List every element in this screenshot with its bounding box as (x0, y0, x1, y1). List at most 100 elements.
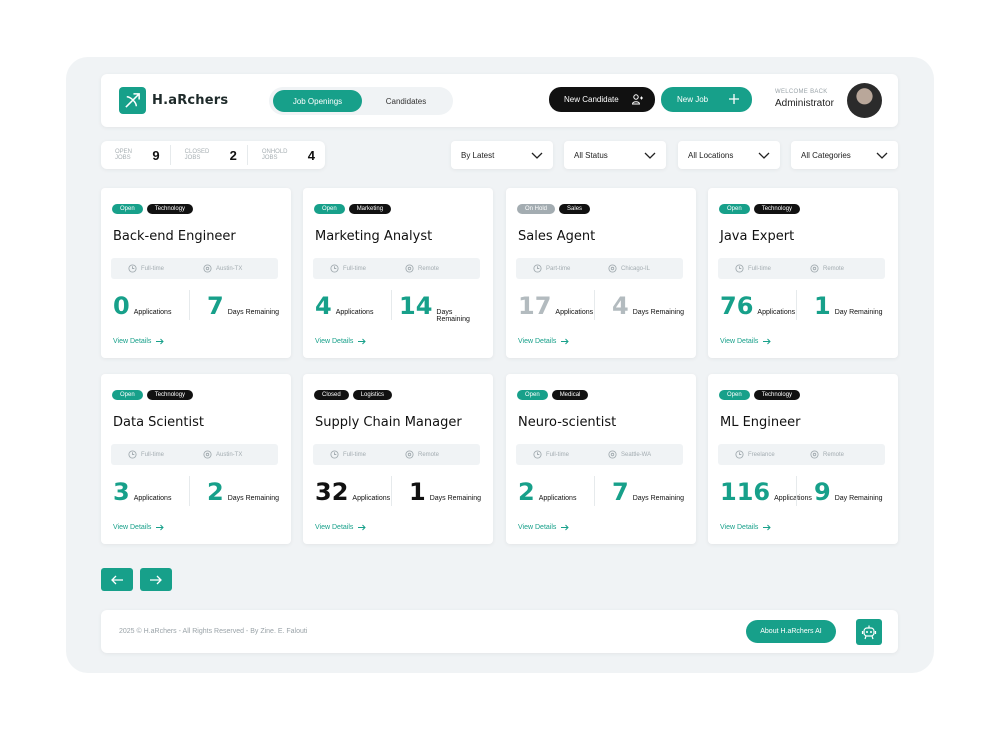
days-remaining-count: 14 (399, 292, 433, 320)
job-location: Austin-TX (216, 265, 243, 272)
category-select[interactable]: All Categories (791, 141, 898, 169)
job-type: Full-time (141, 451, 165, 458)
robot-icon (861, 625, 877, 640)
days-remaining-label: Days Remaining (429, 495, 482, 502)
next-page-button[interactable] (140, 568, 172, 591)
job-type: Full-time (343, 451, 367, 458)
applications-label: Applications (774, 495, 812, 502)
days-remaining-count: 2 (207, 478, 224, 506)
applications-count: 17 (518, 292, 552, 320)
view-details-link[interactable]: View Details (113, 524, 165, 531)
job-title: Marketing Analyst (315, 229, 433, 244)
top-header: H.aRchers Job Openings Candidates New Ca… (101, 74, 898, 127)
job-card: Open Technology Data Scientist Full-time … (101, 374, 291, 544)
archer-logo-icon (119, 87, 146, 114)
job-type: Full-time (141, 265, 165, 272)
applications-count: 116 (720, 478, 771, 506)
category-badge: Technology (753, 204, 801, 214)
job-type: Freelance (748, 451, 775, 458)
location-pin-icon (405, 450, 414, 459)
about-ai-button[interactable]: About H.aRchers AI (746, 620, 836, 643)
status-badge: Open (112, 204, 143, 214)
clock-icon (533, 450, 542, 459)
job-title: Neuro-scientist (518, 415, 617, 430)
applications-count: 3 (113, 478, 130, 506)
job-location: Austin-TX (216, 451, 243, 458)
arrow-right-icon (763, 338, 772, 345)
view-details-link[interactable]: View Details (315, 524, 367, 531)
job-meta: Freelance Remote (718, 444, 885, 465)
brand-logo[interactable]: H.aRchers (119, 87, 228, 114)
job-meta: Full-time Remote (313, 258, 480, 279)
applications-label: Applications (538, 495, 577, 502)
stat-value: 2 (229, 147, 237, 163)
applications-label: Applications (757, 309, 796, 316)
applications-count: 2 (518, 478, 535, 506)
location-pin-icon (608, 450, 617, 459)
view-details-link[interactable]: View Details (720, 524, 772, 531)
view-details-label: View Details (518, 338, 557, 345)
divider (796, 290, 797, 320)
tab-job-openings[interactable]: Job Openings (273, 90, 362, 112)
add-user-icon (631, 94, 643, 105)
job-meta: Full-time Austin-TX (111, 258, 278, 279)
ai-assistant-button[interactable] (856, 619, 882, 645)
job-location: Remote (418, 265, 440, 272)
view-details-label: View Details (315, 338, 354, 345)
applications-label: Applications (133, 495, 172, 502)
job-title: Back-end Engineer (113, 229, 236, 244)
location-pin-icon (203, 264, 212, 273)
category-badge: Medical (551, 390, 589, 400)
arrow-right-icon (150, 575, 162, 584)
job-location: Remote (823, 451, 845, 458)
status-badge: Open (517, 390, 548, 400)
category-select-value: All Categories (801, 150, 851, 160)
applications-count: 32 (315, 478, 349, 506)
applications-label: Applications (335, 309, 374, 316)
new-candidate-button[interactable]: New Candidate (549, 87, 655, 112)
arrow-right-icon (358, 524, 367, 531)
view-details-link[interactable]: View Details (113, 338, 165, 345)
clock-icon (533, 264, 542, 273)
view-details-link[interactable]: View Details (315, 338, 367, 345)
job-type: Part-time (546, 265, 571, 272)
location-pin-icon (608, 264, 617, 273)
days-remaining-label: Day Remaining (834, 309, 883, 316)
divider (189, 290, 190, 320)
view-details-label: View Details (113, 524, 152, 531)
avatar[interactable] (847, 83, 882, 118)
stat-onhold-jobs: ONHOLD JOBS 4 (248, 145, 325, 165)
view-details-label: View Details (720, 524, 759, 531)
chevron-down-icon (531, 152, 543, 159)
arrow-right-icon (358, 338, 367, 345)
job-card: Open Technology ML Engineer Freelance Rem… (708, 374, 898, 544)
clock-icon (330, 450, 339, 459)
status-badge: Open (314, 204, 345, 214)
view-details-label: View Details (518, 524, 557, 531)
divider (594, 290, 595, 320)
new-job-button[interactable]: New Job (661, 87, 752, 112)
chevron-down-icon (758, 152, 770, 159)
days-remaining-count: 1 (409, 478, 426, 506)
sort-select[interactable]: By Latest (451, 141, 553, 169)
previous-page-button[interactable] (101, 568, 133, 591)
status-badge: Open (719, 204, 750, 214)
view-details-link[interactable]: View Details (518, 524, 570, 531)
job-card: Closed Logistics Supply Chain Manager Ful… (303, 374, 493, 544)
status-select-value: All Status (574, 150, 608, 160)
job-title: Data Scientist (113, 415, 204, 430)
status-select[interactable]: All Status (564, 141, 666, 169)
view-details-link[interactable]: View Details (518, 338, 570, 345)
clock-icon (128, 450, 137, 459)
chevron-down-icon (876, 152, 888, 159)
view-tabs: Job Openings Candidates (269, 87, 453, 115)
location-select[interactable]: All Locations (678, 141, 780, 169)
location-select-value: All Locations (688, 150, 734, 160)
tab-candidates[interactable]: Candidates (362, 90, 450, 112)
job-stats-bar: OPEN JOBS 9 CLOSED JOBS 2 ONHOLD JOBS 4 (101, 141, 325, 169)
view-details-link[interactable]: View Details (720, 338, 772, 345)
stat-closed-jobs: CLOSED JOBS 2 (171, 145, 248, 165)
category-badge: Technology (753, 390, 801, 400)
divider (391, 290, 392, 320)
job-meta: Full-time Remote (313, 444, 480, 465)
